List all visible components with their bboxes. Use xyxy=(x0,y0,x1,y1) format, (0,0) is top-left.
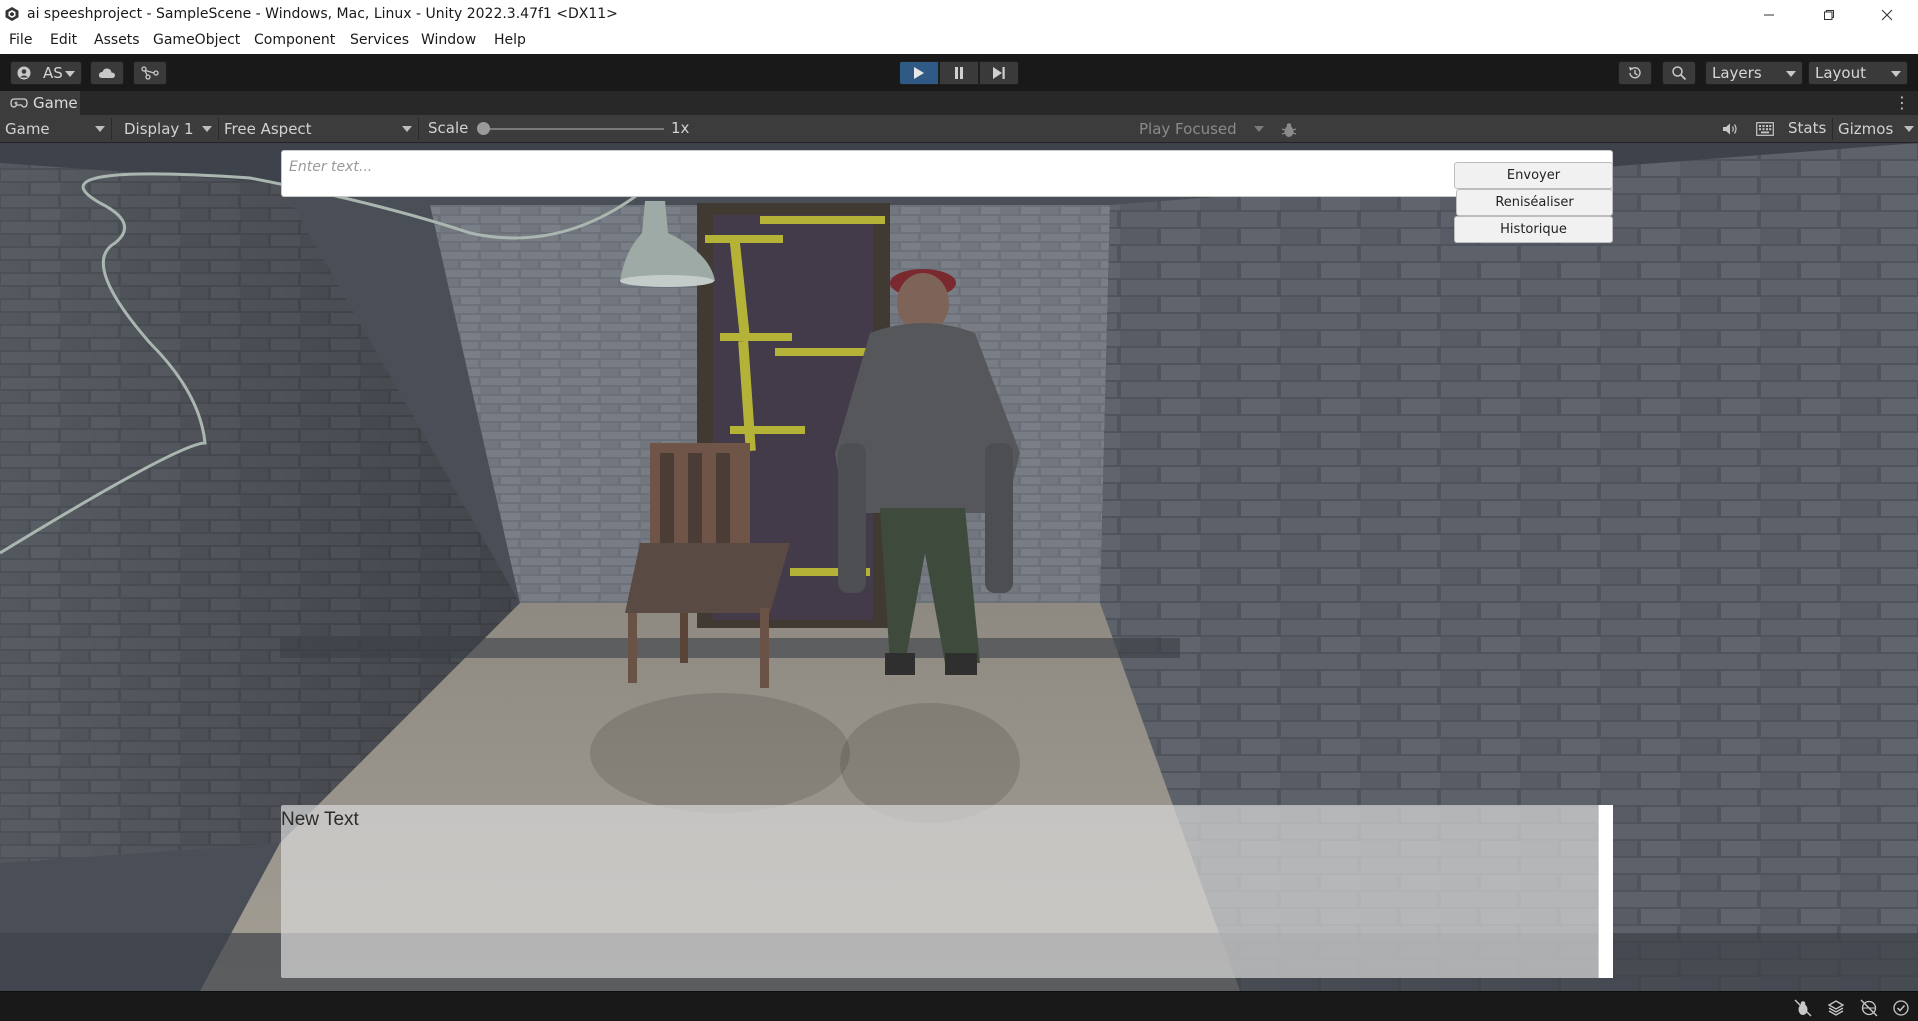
bug-icon[interactable] xyxy=(1280,121,1298,139)
pause-icon xyxy=(955,67,963,79)
debug-off-icon[interactable] xyxy=(1794,999,1812,1017)
view-mode-label: Game xyxy=(5,120,50,138)
menu-services[interactable]: Services xyxy=(350,32,409,48)
scale-slider-track[interactable] xyxy=(482,128,664,130)
menu-gameobject[interactable]: GameObject xyxy=(153,32,240,48)
scale-value: 1x xyxy=(671,119,690,137)
layers-dropdown[interactable]: Layers xyxy=(1705,61,1803,85)
envoyer-button[interactable]: Envoyer xyxy=(1454,162,1613,189)
unity-editor-window: ai speeshproject - SampleScene - Windows… xyxy=(0,0,1918,1021)
playmode-controls xyxy=(899,61,1019,85)
chevron-down-icon xyxy=(1891,71,1901,77)
aspect-dropdown[interactable]: Free Aspect xyxy=(219,118,419,140)
response-text: New Text xyxy=(281,809,359,830)
layers-label: Layers xyxy=(1712,64,1762,82)
account-icon xyxy=(17,66,31,80)
play-icon xyxy=(914,67,924,79)
game-viewport[interactable]: Enter text... Envoyer Reniséaliser Histo… xyxy=(0,143,1918,991)
cloud-button[interactable] xyxy=(90,61,124,85)
text-input[interactable]: Enter text... xyxy=(281,150,1613,197)
chevron-down-icon xyxy=(202,126,212,132)
tab-game[interactable]: Game xyxy=(0,91,80,115)
collab-button[interactable] xyxy=(133,61,167,85)
reniséaliser-button[interactable]: Reniséaliser xyxy=(1456,189,1613,216)
search-icon xyxy=(1672,66,1687,81)
gamepad-icon xyxy=(10,98,28,108)
step-icon xyxy=(993,67,1005,79)
cloud-icon xyxy=(98,68,115,78)
play-mode-label: Play Focused xyxy=(1139,120,1237,138)
menu-window[interactable]: Window xyxy=(421,32,476,48)
account-dropdown[interactable]: AS xyxy=(10,61,82,85)
minimize-button[interactable] xyxy=(1746,0,1792,29)
chevron-down-icon xyxy=(1254,126,1264,132)
layout-label: Layout xyxy=(1815,64,1866,82)
game-tab-bar: Game ⋮ xyxy=(0,91,1918,115)
step-button[interactable] xyxy=(979,61,1019,85)
gizmos-label: Gizmos xyxy=(1838,120,1894,138)
close-button[interactable] xyxy=(1864,0,1910,29)
account-label: AS xyxy=(43,64,63,82)
scrollbar[interactable] xyxy=(1598,805,1613,978)
view-mode-dropdown[interactable]: Game xyxy=(0,118,112,140)
aspect-label: Free Aspect xyxy=(224,120,312,138)
history-icon xyxy=(1629,67,1641,79)
undo-history-button[interactable] xyxy=(1618,61,1652,85)
more-options-icon[interactable]: ⋮ xyxy=(1894,94,1910,112)
menu-file[interactable]: File xyxy=(9,32,32,48)
keyboard-icon[interactable] xyxy=(1756,122,1774,136)
response-text-panel: New Text xyxy=(281,805,1613,978)
search-button[interactable] xyxy=(1662,61,1696,85)
menu-edit[interactable]: Edit xyxy=(50,32,77,48)
stats-toggle[interactable]: Stats xyxy=(1788,119,1826,137)
audio-icon[interactable] xyxy=(1722,122,1739,136)
close-icon xyxy=(1881,9,1893,20)
historique-button[interactable]: Historique xyxy=(1454,216,1613,243)
game-view-toolbar: Game Display 1 Free Aspect Scale 1x Play… xyxy=(0,115,1918,143)
scale-slider-thumb[interactable] xyxy=(477,122,490,135)
title-bar: ai speeshproject - SampleScene - Windows… xyxy=(0,0,1918,29)
play-focus-dropdown[interactable]: Play Focused xyxy=(1134,118,1270,140)
menu-help[interactable]: Help xyxy=(494,32,526,48)
layout-dropdown[interactable]: Layout xyxy=(1808,61,1908,85)
scale-label: Scale xyxy=(428,119,469,137)
chevron-down-icon xyxy=(95,126,105,132)
chevron-down-icon xyxy=(402,126,412,132)
chevron-down-icon xyxy=(1904,126,1914,132)
menu-bar: File Edit Assets GameObject Component Se… xyxy=(0,29,1918,54)
chevron-down-icon xyxy=(1786,71,1796,77)
network-off-icon[interactable] xyxy=(1860,999,1878,1017)
window-title: ai speeshproject - SampleScene - Windows… xyxy=(27,6,618,22)
restore-button[interactable] xyxy=(1806,0,1852,29)
layers-stack-icon[interactable] xyxy=(1827,999,1845,1017)
menu-assets[interactable]: Assets xyxy=(94,32,140,48)
restore-icon xyxy=(1824,9,1834,20)
pause-button[interactable] xyxy=(939,61,979,85)
display-dropdown[interactable]: Display 1 xyxy=(119,118,219,140)
version-control-icon xyxy=(141,66,159,80)
status-bar xyxy=(0,991,1918,1021)
menu-component[interactable]: Component xyxy=(254,32,335,48)
minimize-icon xyxy=(1764,14,1774,15)
check-circle-icon[interactable] xyxy=(1892,999,1910,1017)
unity-logo-icon xyxy=(5,7,19,21)
play-button[interactable] xyxy=(899,61,939,85)
tab-label: Game xyxy=(33,94,78,112)
display-label: Display 1 xyxy=(124,120,194,138)
gizmos-dropdown[interactable]: Gizmos xyxy=(1832,118,1918,140)
chevron-down-icon xyxy=(65,71,75,77)
main-toolbar: AS Layers Layout xyxy=(0,54,1918,91)
